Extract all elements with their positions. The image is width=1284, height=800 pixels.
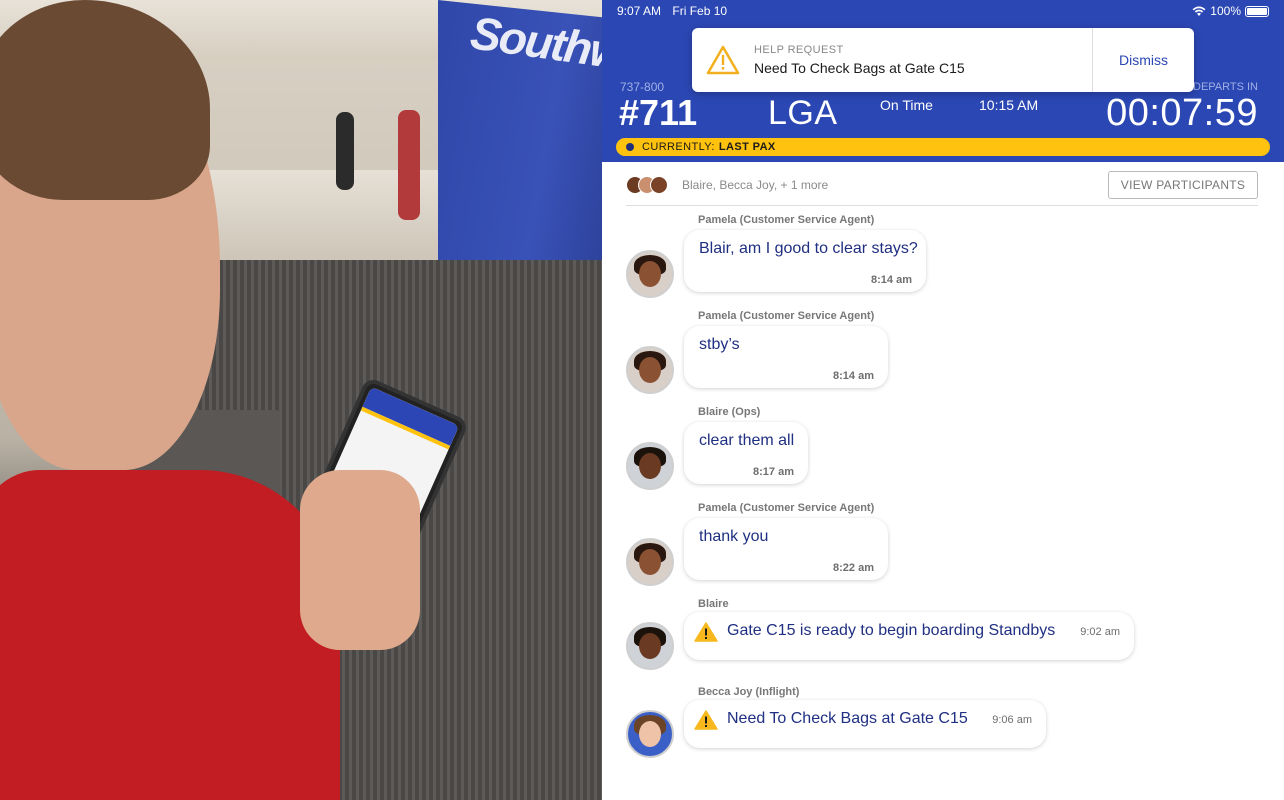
avatar	[626, 346, 674, 394]
message-sender: Pamela (Customer Service Agent)	[698, 214, 875, 226]
banner-message: Need To Check Bags at Gate C15	[754, 60, 965, 76]
message-time: 9:06 am	[992, 714, 1032, 726]
message-time: 8:17 am	[753, 466, 794, 478]
message-sender: Pamela (Customer Service Agent)	[698, 502, 875, 514]
banner-kind: HELP REQUEST	[754, 44, 844, 56]
avatar	[650, 176, 668, 194]
wifi-icon	[1192, 6, 1206, 16]
departure-countdown: 00:07:59	[1106, 92, 1258, 134]
warning-icon	[694, 622, 718, 642]
battery-percent: 100%	[1210, 4, 1241, 18]
avatar	[626, 442, 674, 490]
message-sender: Blaire	[698, 598, 729, 610]
message-text: Need To Check Bags at Gate C15	[727, 710, 968, 727]
message-time: 9:02 am	[1080, 626, 1120, 638]
help-request-banner[interactable]: HELP REQUEST Need To Check Bags at Gate …	[692, 28, 1194, 92]
view-participants-button[interactable]: VIEW PARTICIPANTS	[1108, 171, 1258, 199]
passenger-figure	[398, 110, 420, 220]
status-bar: 9:07 AM Fri Feb 10 100%	[617, 4, 1269, 20]
avatar	[626, 622, 674, 670]
message-time: 8:14 am	[871, 274, 912, 286]
message-time: 8:22 am	[833, 562, 874, 574]
agent-hand	[300, 470, 420, 650]
message-sender: Blaire (Ops)	[698, 406, 761, 418]
flight-header: 9:07 AM Fri Feb 10 100% 737-800 #711 LGA…	[602, 0, 1284, 162]
avatar	[626, 250, 674, 298]
message-bubble: Blair, am I good to clear stays? 8:14 am	[684, 230, 926, 292]
passenger-figure	[336, 112, 354, 190]
current-phase-bar: CURRENTLY: LAST PAX	[616, 138, 1270, 156]
battery-icon	[1245, 5, 1269, 17]
message-bubble: clear them all 8:17 am	[684, 422, 808, 484]
message-text: stby’s	[699, 336, 740, 353]
participant-avatars	[626, 176, 668, 194]
avatar	[626, 710, 674, 758]
message-text: Blair, am I good to clear stays?	[699, 240, 918, 257]
message-text: thank you	[699, 528, 769, 545]
participants-bar: Blaire, Becca Joy, + 1 more VIEW PARTICI…	[626, 170, 1258, 206]
departure-time: 10:15 AM	[979, 97, 1039, 113]
composite-image: Southwest 9:07 AM Fri Feb 10 100% 737-80…	[0, 0, 1284, 800]
gate-chat-app: 9:07 AM Fri Feb 10 100% 737-800 #711 LGA…	[602, 0, 1284, 800]
agent-shirt	[0, 470, 340, 800]
message-time: 8:14 am	[833, 370, 874, 382]
clock-date: Fri Feb 10	[672, 4, 728, 18]
message-sender: Becca Joy (Inflight)	[698, 686, 800, 698]
alert-message-bubble: Gate C15 is ready to begin boarding Stan…	[684, 612, 1134, 660]
alert-message-bubble: Need To Check Bags at Gate C15 9:06 am	[684, 700, 1046, 748]
agent-photo: Southwest	[0, 0, 602, 800]
message-sender: Pamela (Customer Service Agent)	[698, 310, 875, 322]
avatar	[626, 538, 674, 586]
phase-dot-icon	[626, 143, 634, 151]
current-label: CURRENTLY:	[642, 141, 715, 153]
message-bubble: stby’s 8:14 am	[684, 326, 888, 388]
current-value: LAST PAX	[718, 141, 776, 153]
message-text: clear them all	[699, 432, 795, 449]
dismiss-button[interactable]: Dismiss	[1092, 28, 1194, 92]
clock-time: 9:07 AM	[617, 4, 662, 18]
message-bubble: thank you 8:22 am	[684, 518, 888, 580]
participant-names: Blaire, Becca Joy, + 1 more	[682, 178, 829, 192]
flight-status: On Time	[880, 97, 933, 113]
flight-number: #711	[619, 92, 698, 133]
destination-code: LGA	[768, 94, 838, 132]
message-text: Gate C15 is ready to begin boarding Stan…	[727, 622, 1056, 639]
warning-icon	[706, 45, 740, 75]
warning-icon	[694, 710, 718, 730]
